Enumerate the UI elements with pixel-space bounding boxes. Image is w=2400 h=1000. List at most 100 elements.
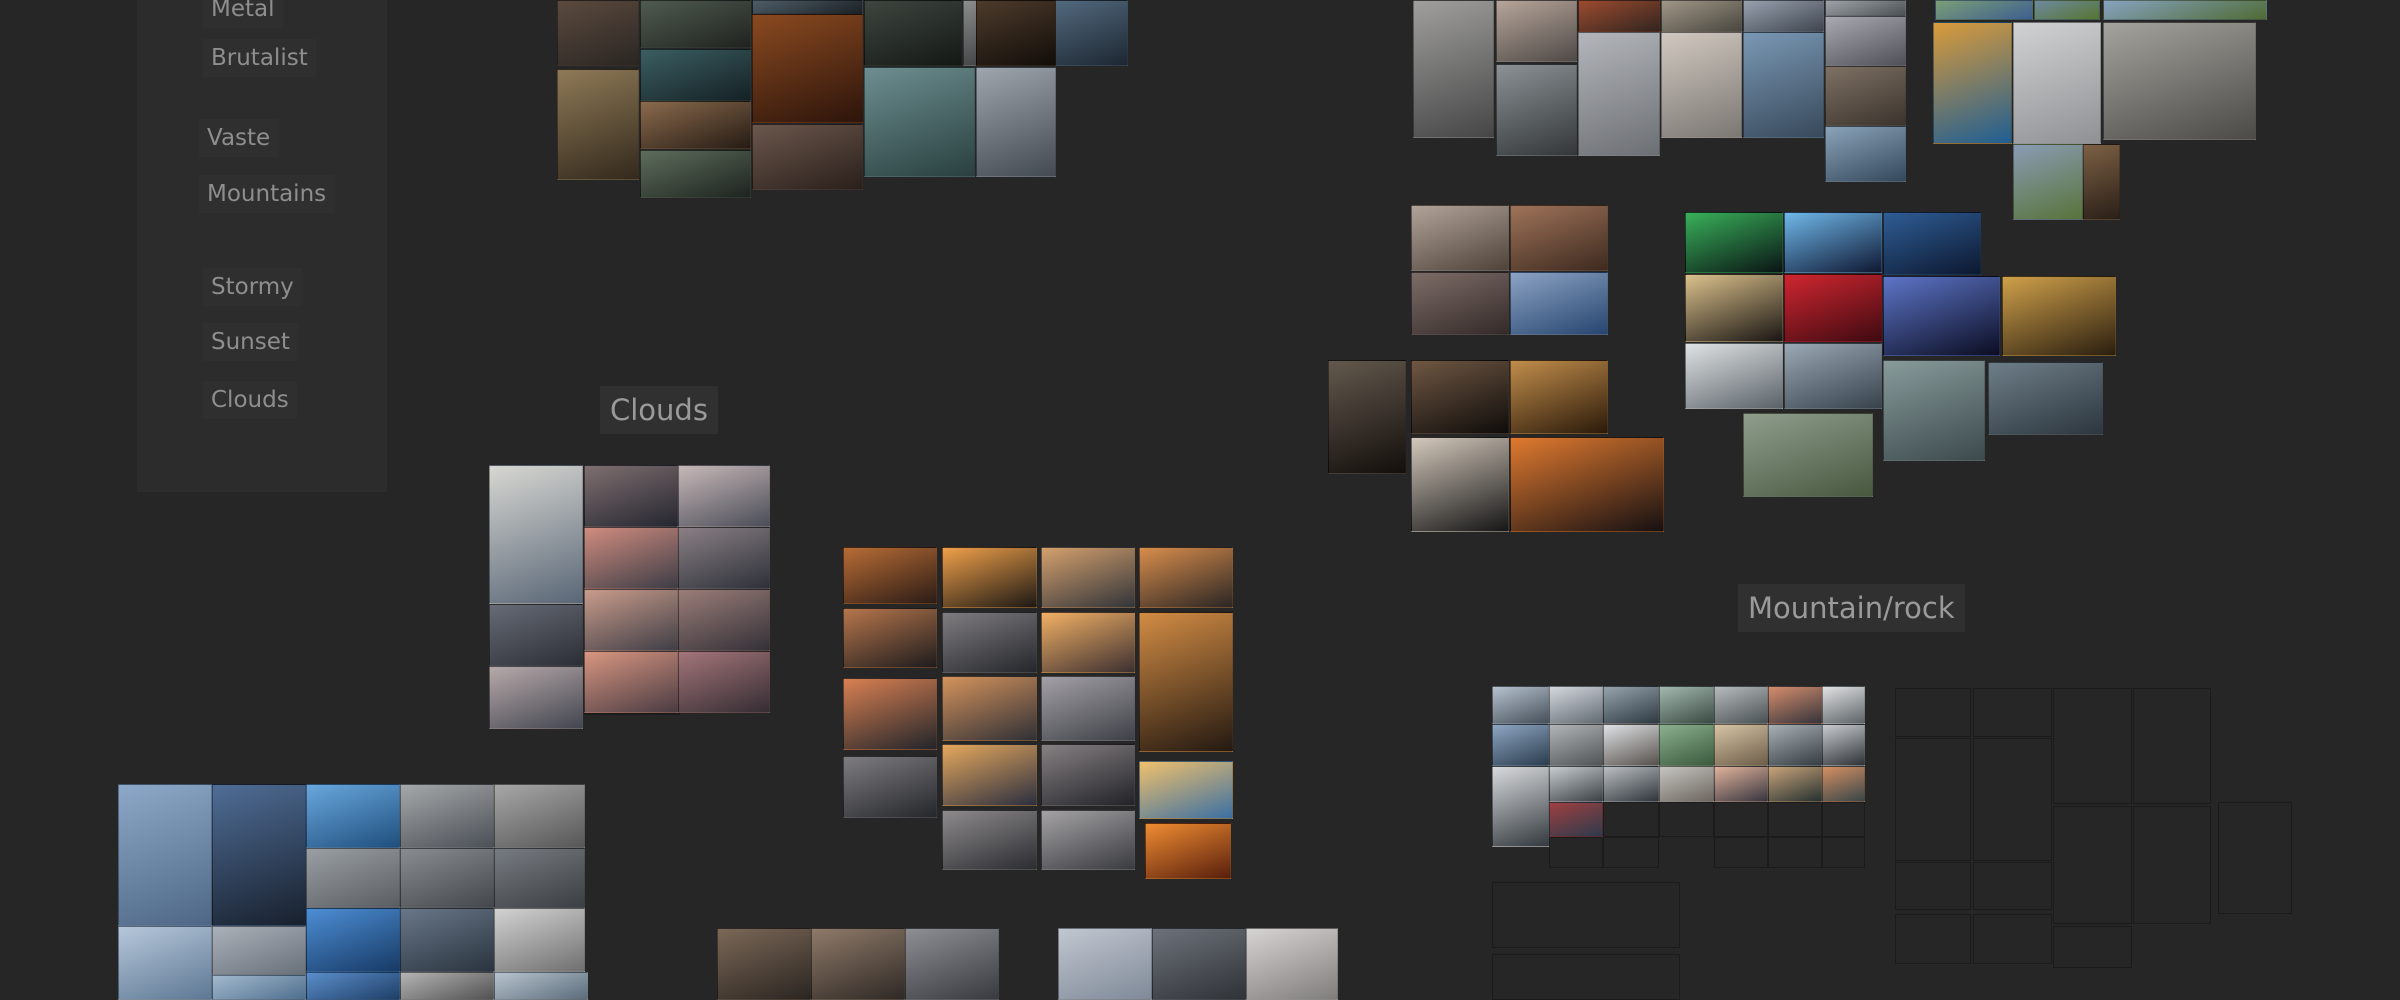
tag-chip-brutalist[interactable]: Brutalist	[203, 39, 316, 77]
thumbnail[interactable]	[494, 848, 585, 908]
thumbnail[interactable]	[843, 608, 937, 668]
thumbnail[interactable]	[1973, 862, 2052, 910]
thumbnail[interactable]	[2133, 688, 2211, 804]
thumbnail[interactable]	[306, 848, 400, 908]
thumbnail[interactable]	[717, 928, 811, 1000]
thumbnail[interactable]	[1041, 810, 1135, 870]
thumbnail[interactable]	[1935, 0, 2033, 20]
thumbnail[interactable]	[1714, 837, 1768, 868]
thumbnail[interactable]	[1413, 0, 1494, 138]
thumbnail[interactable]	[1661, 32, 1742, 138]
thumbnail[interactable]	[1973, 914, 2052, 964]
thumbnail[interactable]	[489, 666, 583, 729]
thumbnail[interactable]	[976, 0, 1056, 66]
thumbnail[interactable]	[584, 651, 678, 713]
thumbnail[interactable]	[1145, 823, 1231, 879]
thumbnail[interactable]	[212, 926, 306, 975]
thumbnail[interactable]	[752, 0, 863, 14]
thumbnail[interactable]	[2002, 276, 2116, 356]
thumbnail[interactable]	[306, 784, 400, 848]
thumbnail[interactable]	[1659, 724, 1714, 766]
thumbnail[interactable]	[1492, 882, 1680, 948]
thumbnail[interactable]	[1603, 802, 1659, 837]
thumbnail[interactable]	[1492, 686, 1549, 724]
thumbnail[interactable]	[1988, 362, 2103, 435]
thumbnail[interactable]	[1603, 837, 1659, 868]
thumbnail[interactable]	[2013, 22, 2101, 144]
thumbnail[interactable]	[489, 604, 583, 666]
thumbnail[interactable]	[942, 612, 1037, 673]
thumbnail[interactable]	[1883, 276, 2000, 356]
thumbnail[interactable]	[1973, 738, 2052, 861]
thumbnail[interactable]	[1659, 766, 1714, 802]
thumbnail[interactable]	[1768, 686, 1822, 724]
thumbnail[interactable]	[905, 928, 999, 1000]
thumbnail[interactable]	[1714, 766, 1768, 802]
thumbnail[interactable]	[1768, 802, 1822, 837]
tag-chip-vaste[interactable]: Vaste	[199, 119, 279, 157]
thumbnail[interactable]	[584, 589, 678, 651]
thumbnail[interactable]	[1661, 0, 1742, 32]
thumbnail[interactable]	[489, 465, 583, 604]
thumbnail[interactable]	[557, 69, 639, 180]
thumbnail[interactable]	[1784, 274, 1882, 342]
thumbnail[interactable]	[1973, 688, 2052, 737]
thumbnail[interactable]	[942, 810, 1037, 870]
thumbnail[interactable]	[1041, 547, 1135, 608]
thumbnail[interactable]	[678, 465, 770, 527]
thumbnail[interactable]	[400, 784, 494, 848]
thumbnail[interactable]	[864, 67, 975, 177]
thumbnail[interactable]	[1822, 837, 1865, 868]
thumbnail[interactable]	[1685, 274, 1783, 342]
thumbnail[interactable]	[678, 589, 770, 651]
thumbnail[interactable]	[400, 908, 494, 972]
thumbnail[interactable]	[1496, 64, 1577, 156]
thumbnail[interactable]	[557, 0, 639, 66]
thumbnail[interactable]	[1822, 686, 1865, 724]
thumbnail[interactable]	[1895, 914, 1971, 964]
thumbnail[interactable]	[678, 527, 770, 589]
thumbnail[interactable]	[1549, 766, 1603, 802]
thumbnail[interactable]	[1895, 862, 1971, 910]
tag-chip-stormy[interactable]: Stormy	[203, 268, 302, 306]
thumbnail[interactable]	[2083, 144, 2120, 220]
thumbnail[interactable]	[212, 784, 306, 926]
thumbnail[interactable]	[1492, 954, 1680, 1000]
thumbnail[interactable]	[1510, 272, 1608, 335]
thumbnail[interactable]	[1549, 686, 1603, 724]
thumbnail[interactable]	[400, 848, 494, 908]
thumbnail[interactable]	[1246, 928, 1338, 1000]
moodboard-canvas[interactable]: Metal Brutalist Vaste Mountains Stormy S…	[0, 0, 2400, 1000]
thumbnail[interactable]	[1895, 688, 1971, 737]
thumbnail[interactable]	[640, 0, 751, 48]
thumbnail[interactable]	[1411, 272, 1509, 335]
thumbnail[interactable]	[1659, 686, 1714, 724]
thumbnail[interactable]	[1768, 837, 1822, 868]
thumbnail[interactable]	[1411, 205, 1509, 271]
thumbnail[interactable]	[811, 928, 905, 1000]
thumbnail[interactable]	[494, 908, 585, 972]
thumbnail[interactable]	[1784, 343, 1882, 409]
thumbnail[interactable]	[2053, 806, 2132, 924]
thumbnail[interactable]	[1510, 360, 1608, 434]
thumbnail[interactable]	[1825, 0, 1906, 16]
thumbnail[interactable]	[1139, 547, 1233, 608]
thumbnail[interactable]	[1603, 766, 1659, 802]
thumbnail[interactable]	[1883, 360, 1985, 461]
thumbnail[interactable]	[1411, 437, 1509, 532]
thumbnail[interactable]	[2103, 0, 2267, 20]
tag-chip-metal[interactable]: Metal	[203, 0, 283, 28]
thumbnail[interactable]	[1743, 413, 1873, 497]
thumbnail[interactable]	[1328, 360, 1406, 474]
thumbnail[interactable]	[2218, 802, 2292, 914]
thumbnail[interactable]	[1041, 676, 1135, 741]
thumbnail[interactable]	[1496, 0, 1577, 62]
thumbnail[interactable]	[1784, 212, 1882, 273]
thumbnail[interactable]	[1041, 612, 1135, 673]
thumbnail[interactable]	[976, 67, 1056, 177]
thumbnail[interactable]	[400, 972, 494, 1000]
thumbnail[interactable]	[584, 527, 678, 589]
thumbnail[interactable]	[494, 784, 585, 848]
thumbnail[interactable]	[212, 975, 306, 1000]
thumbnail[interactable]	[1549, 837, 1603, 868]
